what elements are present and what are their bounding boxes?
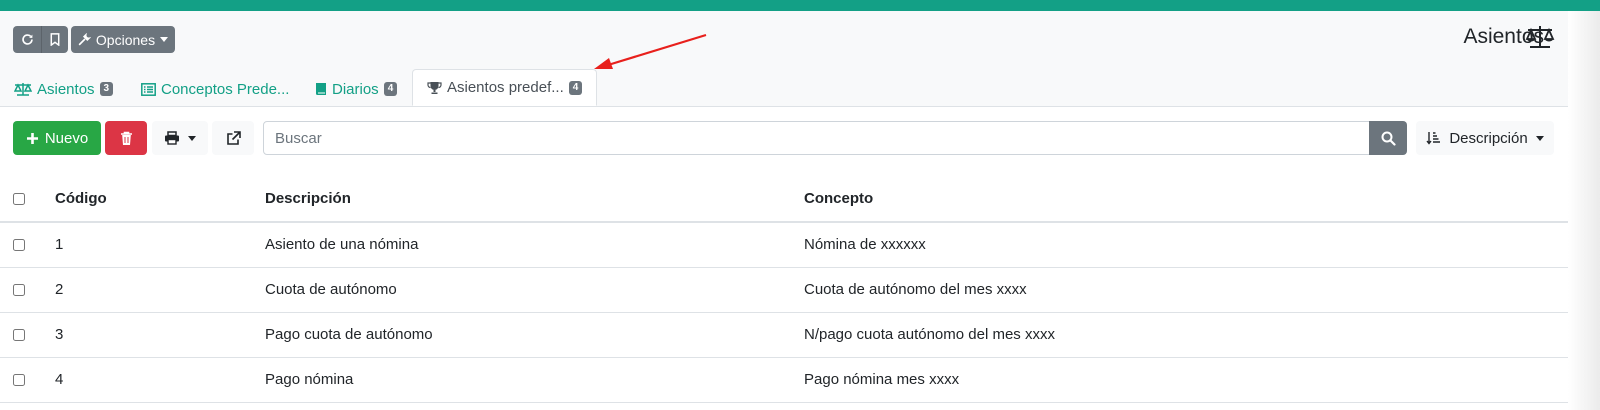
export-button[interactable] — [212, 121, 254, 155]
opciones-label: Opciones — [95, 31, 156, 48]
tab-diarios[interactable]: Diarios 4 — [315, 72, 398, 106]
count-badge: 4 — [383, 82, 398, 96]
count-badge: 3 — [99, 82, 114, 96]
select-all-cell — [0, 176, 55, 223]
bookmark-button[interactable] — [41, 26, 68, 53]
cell-descripcion: Cuota de autónomo — [265, 267, 804, 313]
print-icon — [165, 131, 179, 145]
cell-concepto: Pago nómina mes xxxx — [804, 357, 1568, 403]
cell-codigo: 3 — [55, 312, 265, 358]
column-header-descripcion[interactable]: Descripción — [265, 176, 804, 223]
book-icon — [316, 83, 326, 95]
list-icon — [141, 82, 156, 96]
caret-down-icon — [1535, 135, 1544, 141]
cell-descripcion: Pago cuota de autónomo — [265, 312, 804, 358]
sort-label: Descripción — [1449, 129, 1528, 147]
count-badge: 4 — [568, 80, 583, 95]
wrench-icon — [78, 33, 91, 46]
balance-scale-icon — [14, 83, 32, 96]
refresh-icon — [21, 34, 33, 45]
external-link-icon — [226, 130, 241, 145]
table-row[interactable]: 1 Asiento de una nómina Nómina de xxxxxx — [0, 222, 1568, 268]
cell-codigo: 4 — [55, 357, 265, 403]
sort-amount-icon — [1426, 132, 1441, 145]
cell-descripcion: Pago nómina — [265, 357, 804, 403]
table-row[interactable]: 3 Pago cuota de autónomo N/pago cuota au… — [0, 312, 1568, 358]
row-checkbox[interactable] — [13, 329, 25, 342]
row-select-cell — [0, 267, 55, 313]
tab-label: Diarios — [332, 80, 379, 98]
search-icon — [1381, 131, 1396, 146]
nuevo-button[interactable]: Nuevo — [13, 121, 101, 155]
caret-down-icon — [188, 135, 196, 141]
nuevo-label: Nuevo — [44, 129, 89, 147]
refresh-button[interactable] — [13, 26, 41, 53]
row-checkbox[interactable] — [13, 284, 25, 297]
tab-label: Asientos — [37, 80, 95, 98]
row-select-cell — [0, 222, 55, 268]
select-all-checkbox[interactable] — [13, 193, 25, 206]
row-select-cell — [0, 312, 55, 358]
caret-down-icon — [160, 37, 169, 42]
bookmark-icon — [50, 33, 60, 46]
row-checkbox[interactable] — [13, 239, 25, 252]
table-row[interactable]: 2 Cuota de autónomo Cuota de autónomo de… — [0, 267, 1568, 313]
delete-button[interactable] — [105, 121, 147, 155]
annotation-arrow — [594, 33, 707, 69]
balance-scale-icon — [1525, 26, 1555, 48]
cell-concepto: Cuota de autónomo del mes xxxx — [804, 267, 1568, 313]
cell-codigo: 2 — [55, 267, 265, 313]
sort-dropdown-button[interactable]: Descripción — [1416, 121, 1554, 155]
tab-asientos-predefinidos[interactable]: Asientos predef... 4 — [412, 69, 598, 106]
search-button[interactable] — [1369, 121, 1407, 155]
tab-conceptos-predefinidos[interactable]: Conceptos Prede... — [141, 72, 289, 106]
trash-icon — [120, 131, 132, 145]
top-accent-bar — [0, 0, 1600, 11]
scrollbar[interactable] — [1568, 11, 1600, 410]
tab-label: Asientos predef... — [447, 79, 564, 96]
tab-label: Conceptos Prede... — [161, 80, 290, 98]
table-header-row: Código Descripción Concepto — [0, 176, 1568, 223]
table-row[interactable]: 4 Pago nómina Pago nómina mes xxxx — [0, 357, 1568, 403]
cell-concepto: Nómina de xxxxxx — [804, 222, 1568, 268]
column-header-codigo[interactable]: Código — [55, 176, 265, 223]
search-input[interactable] — [263, 121, 1370, 155]
tab-asientos[interactable]: Asientos 3 — [14, 72, 114, 106]
trophy-icon — [427, 81, 442, 94]
cell-descripcion: Asiento de una nómina — [265, 222, 804, 268]
plus-icon — [26, 132, 38, 144]
row-select-cell — [0, 357, 55, 403]
data-table: Código Descripción Concepto 1 Asiento de… — [0, 176, 1568, 403]
cell-codigo: 1 — [55, 222, 265, 268]
row-checkbox[interactable] — [13, 374, 25, 387]
opciones-dropdown-button[interactable]: Opciones — [71, 26, 175, 53]
print-dropdown-button[interactable] — [152, 121, 208, 155]
cell-concepto: N/pago cuota autónomo del mes xxxx — [804, 312, 1568, 358]
column-header-concepto[interactable]: Concepto — [804, 176, 1568, 223]
